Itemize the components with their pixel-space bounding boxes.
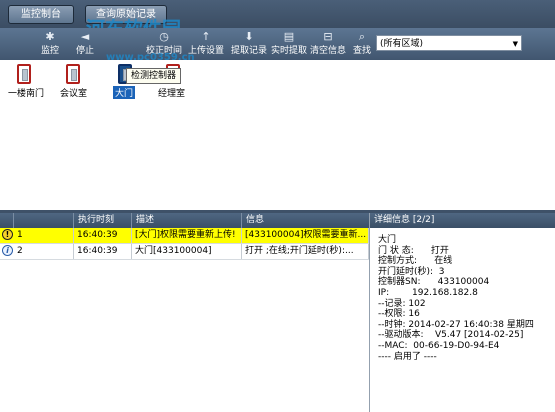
tooltip: 检测控制器 bbox=[126, 68, 182, 84]
door-handle-icon bbox=[22, 69, 28, 81]
toolbar-button-label: 实时提取 bbox=[270, 46, 307, 56]
warning-icon: ! bbox=[2, 229, 13, 240]
info-icon: i bbox=[2, 245, 13, 256]
tab-console[interactable]: 监控制台 bbox=[8, 5, 74, 24]
detail-title: 详细信息 [2/2] bbox=[370, 213, 555, 228]
toolbar-button-6[interactable]: ▤ 实时提取 bbox=[270, 28, 308, 60]
clear-icon: ⊟ bbox=[323, 30, 333, 43]
cell-desc: 大门[433100004] bbox=[132, 244, 242, 259]
extract-records-icon: ⬇ bbox=[244, 30, 254, 43]
tab-strip bbox=[0, 0, 555, 28]
col-time-header[interactable]: 执行时刻 bbox=[74, 213, 132, 228]
grid-header: 执行时刻 描述 信息 bbox=[0, 213, 369, 228]
detail-panel: 详细信息 [2/2] 大门 门 状 态: 打开 控制方式: 在线 开门延时(秒)… bbox=[370, 213, 555, 412]
cell-info: 打开 ;在线;开门延时(秒):... bbox=[242, 244, 369, 259]
door-label[interactable]: 会议室 bbox=[60, 86, 87, 99]
toolbar-button-label: 提取记录 bbox=[230, 46, 267, 56]
table-row[interactable]: ! 1 16:40:39 [大门]权限需要重新上传! [433100004]权限需要重新… bbox=[0, 228, 369, 244]
toolbar-button-label: 监控 bbox=[40, 46, 59, 56]
cell-desc: [大门]权限需要重新上传! bbox=[132, 228, 242, 243]
table-row[interactable]: i 2 16:40:39 大门[433100004] 打开 ;在线;开门延时(秒):..… bbox=[0, 244, 369, 260]
clock-icon: ◷ bbox=[159, 30, 169, 43]
col-desc-header[interactable]: 描述 bbox=[132, 213, 242, 228]
monitor-icon: ✱ bbox=[45, 30, 55, 43]
toolbar-button-label: 清空信息 bbox=[309, 46, 346, 56]
toolbar-button-8[interactable]: ⌕ 查找 bbox=[350, 28, 374, 60]
event-grid: 执行时刻 描述 信息 ! 1 16:40:39 [大门]权限需要重新上传! [43310… bbox=[0, 213, 370, 412]
toolbar-button-label: 查找 bbox=[352, 46, 371, 56]
chevron-down-icon: ▼ bbox=[512, 40, 518, 48]
cell-time: 16:40:39 bbox=[74, 228, 132, 243]
col-icon-header[interactable] bbox=[0, 213, 14, 228]
door-icon[interactable] bbox=[17, 64, 31, 84]
col-blank-header[interactable] bbox=[14, 213, 74, 228]
door-icon[interactable] bbox=[66, 64, 80, 84]
door-label[interactable]: 经理室 bbox=[158, 86, 185, 99]
search-icon: ⌕ bbox=[358, 30, 366, 43]
door-label[interactable]: 大门 bbox=[113, 86, 136, 99]
realtime-extract-icon: ▤ bbox=[283, 30, 295, 43]
detect-icon bbox=[100, 28, 126, 45]
upload-icon: ↑ bbox=[201, 30, 211, 43]
toolbar-button-5[interactable]: ⬇ 提取记录 bbox=[228, 28, 270, 60]
door-pane bbox=[0, 60, 555, 211]
col-info-header[interactable]: 信息 bbox=[242, 213, 369, 228]
door-handle-icon bbox=[71, 69, 77, 81]
cell-no: 1 bbox=[14, 228, 74, 243]
toolbar-button-0[interactable]: ✱ 监控 bbox=[30, 28, 70, 60]
toolbar-button-7[interactable]: ⊟ 清空信息 bbox=[309, 28, 347, 60]
stop-icon: ◄ bbox=[80, 30, 90, 43]
cell-info: [433100004]权限需要重新... bbox=[242, 228, 369, 243]
door-label[interactable]: 一楼南门 bbox=[8, 86, 44, 99]
toolbar-button-1[interactable]: ◄ 停止 bbox=[70, 28, 100, 60]
cell-time: 16:40:39 bbox=[74, 244, 132, 259]
detail-text: 大门 门 状 态: 打开 控制方式: 在线 开门延时(秒): 3 控制器SN: … bbox=[378, 235, 534, 362]
cell-no: 2 bbox=[14, 244, 74, 259]
area-select[interactable]: (所有区域) ▼ bbox=[376, 35, 522, 51]
toolbar-button-label: 停止 bbox=[75, 46, 94, 56]
area-select-value: (所有区域) bbox=[380, 39, 424, 49]
